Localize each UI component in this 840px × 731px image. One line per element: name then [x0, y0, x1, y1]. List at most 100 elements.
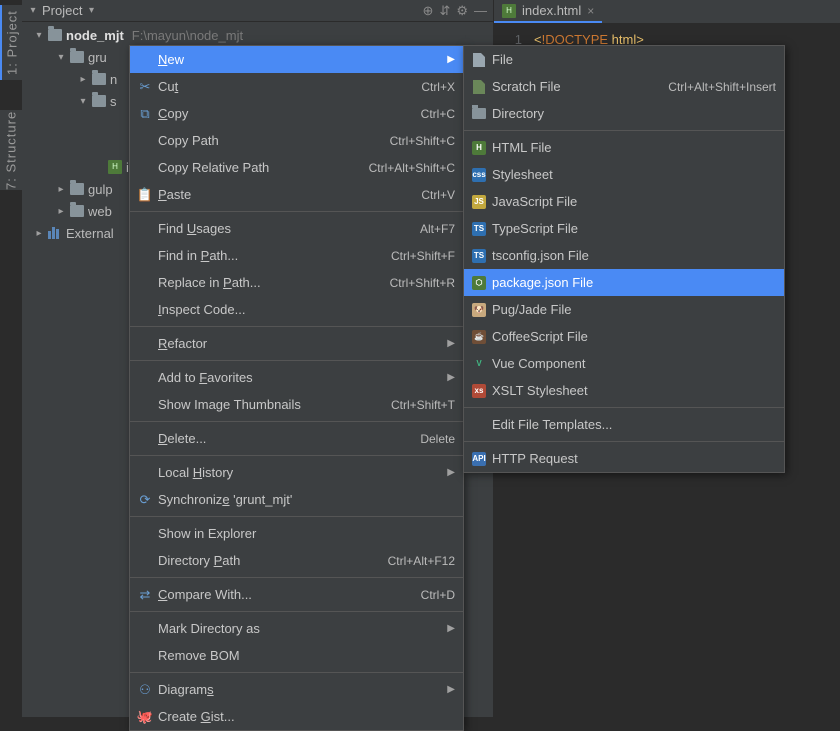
menu-item-label: Directory Path — [158, 553, 240, 568]
xslt-icon: xs — [472, 384, 486, 398]
chevron-down-icon[interactable]: ▾ — [86, 5, 96, 16]
menu-item-label: Scratch File — [492, 79, 561, 94]
vue-icon: V — [472, 357, 486, 371]
npm-icon: ⬡ — [472, 276, 486, 290]
target-icon[interactable]: ⊕ — [423, 3, 434, 19]
menu-item-label: Show Image Thumbnails — [158, 397, 301, 412]
menu-item-show-image-thumbnails[interactable]: Show Image ThumbnailsCtrl+Shift+T — [130, 391, 463, 418]
gear-icon[interactable]: ⚙ — [456, 3, 468, 19]
menu-item-remove-bom[interactable]: Remove BOM — [130, 642, 463, 669]
panel-title: Project — [42, 3, 82, 18]
hide-icon[interactable]: — — [474, 3, 487, 19]
file-icon — [473, 53, 485, 67]
menu-shortcut: Ctrl+Shift+F — [391, 249, 455, 263]
collapse-icon[interactable]: ⇵ — [439, 3, 450, 19]
chevron-right-icon: ▶ — [447, 623, 455, 634]
menu-item-find-usages[interactable]: Find UsagesAlt+F7 — [130, 215, 463, 242]
menu-item-new[interactable]: New▶ — [130, 46, 463, 73]
menu-item-label: Synchronize 'grunt_mjt' — [158, 492, 292, 507]
new-submenu: File Scratch File Ctrl+Alt+Shift+Insert Dir… — [463, 45, 785, 473]
menu-item-add-to-favorites[interactable]: Add to Favorites▶ — [130, 364, 463, 391]
chevron-right-icon: ▶ — [447, 338, 455, 349]
menu-item-show-in-explorer[interactable]: Show in Explorer — [130, 520, 463, 547]
menu-item-label: Show in Explorer — [158, 526, 256, 541]
cut-icon: ✂ — [140, 79, 151, 95]
menu-item-vue-component[interactable]: VVue Component — [464, 350, 784, 377]
menu-item-paste[interactable]: 📋PasteCtrl+V — [130, 181, 463, 208]
menu-item-coffeescript-file[interactable]: ☕CoffeeScript File — [464, 323, 784, 350]
tree-item-label: gru — [88, 50, 107, 65]
menu-item-typescript-file[interactable]: TSTypeScript File — [464, 215, 784, 242]
menu-item-javascript-file[interactable]: JSJavaScript File — [464, 188, 784, 215]
menu-separator — [130, 360, 463, 361]
menu-item-label: package.json File — [492, 275, 593, 290]
menu-item-find-in-path[interactable]: Find in Path...Ctrl+Shift+F — [130, 242, 463, 269]
menu-item-html-file[interactable]: HHTML File — [464, 134, 784, 161]
tree-root[interactable]: ▾ node_mjt F:\mayun\node_mjt — [22, 24, 493, 46]
menu-item-file[interactable]: File — [464, 46, 784, 73]
menu-item-diagrams[interactable]: ⚇Diagrams▶ — [130, 676, 463, 703]
menu-item-scratch-file[interactable]: Scratch File Ctrl+Alt+Shift+Insert — [464, 73, 784, 100]
menu-item-replace-in-path[interactable]: Replace in Path...Ctrl+Shift+R — [130, 269, 463, 296]
menu-separator — [130, 611, 463, 612]
menu-item-mark-directory-as[interactable]: Mark Directory as▶ — [130, 615, 463, 642]
menu-item-directory-path[interactable]: Directory PathCtrl+Alt+F12 — [130, 547, 463, 574]
menu-item-label: Pug/Jade File — [492, 302, 572, 317]
chevron-down-icon[interactable]: ▾ — [28, 5, 38, 16]
menu-item-label: JavaScript File — [492, 194, 577, 209]
menu-shortcut: Ctrl+V — [421, 188, 455, 202]
menu-item-label: tsconfig.json File — [492, 248, 589, 263]
menu-item-copy[interactable]: ⧉CopyCtrl+C — [130, 100, 463, 127]
api-icon: API — [472, 452, 486, 466]
menu-item-http-request[interactable]: APIHTTP Request — [464, 445, 784, 472]
menu-item-copy-path[interactable]: Copy PathCtrl+Shift+C — [130, 127, 463, 154]
editor-tab[interactable]: H index.html × — [494, 0, 602, 23]
scratch-icon — [473, 80, 485, 94]
menu-item-refactor[interactable]: Refactor▶ — [130, 330, 463, 357]
menu-item-stylesheet[interactable]: cssStylesheet — [464, 161, 784, 188]
menu-separator — [464, 130, 784, 131]
menu-item-label: Inspect Code... — [158, 302, 245, 317]
menu-item-delete[interactable]: Delete...Delete — [130, 425, 463, 452]
menu-item-cut[interactable]: ✂CutCtrl+X — [130, 73, 463, 100]
menu-item-label: XSLT Stylesheet — [492, 383, 588, 398]
menu-item-tsconfig-json-file[interactable]: TS tsconfig.json File — [464, 242, 784, 269]
tree-item-label: n — [110, 72, 117, 87]
menu-item-synchronize-grunt-mjt[interactable]: ⟳Synchronize 'grunt_mjt' — [130, 486, 463, 513]
menu-shortcut: Ctrl+C — [421, 107, 455, 121]
chevron-right-icon: ▶ — [447, 467, 455, 478]
tab-label: index.html — [522, 3, 581, 18]
menu-item-directory[interactable]: Directory — [464, 100, 784, 127]
menu-item-label: Remove BOM — [158, 648, 240, 663]
menu-item-label: Delete... — [158, 431, 206, 446]
menu-shortcut: Ctrl+D — [421, 588, 455, 602]
menu-separator — [130, 211, 463, 212]
menu-separator — [464, 441, 784, 442]
menu-item-compare-with[interactable]: ⇄Compare With...Ctrl+D — [130, 581, 463, 608]
menu-item-label: Diagrams — [158, 682, 214, 697]
menu-item-xslt-stylesheet[interactable]: xs XSLT Stylesheet — [464, 377, 784, 404]
menu-item-package-json-file[interactable]: ⬡ package.json File — [464, 269, 784, 296]
menu-separator — [130, 577, 463, 578]
menu-item-inspect-code[interactable]: Inspect Code... — [130, 296, 463, 323]
menu-item-edit-file-templates[interactable]: Edit File Templates... — [464, 411, 784, 438]
folder-icon — [70, 183, 84, 195]
menu-item-copy-relative-path[interactable]: Copy Relative PathCtrl+Alt+Shift+C — [130, 154, 463, 181]
menu-shortcut: Ctrl+Shift+C — [390, 134, 455, 148]
side-tab-structure[interactable]: 7: Structure — [0, 110, 22, 190]
paste-icon: 📋 — [137, 187, 153, 203]
close-icon[interactable]: × — [587, 4, 594, 18]
menu-item-label: Copy Relative Path — [158, 160, 269, 175]
html-file-icon: H — [502, 4, 516, 18]
project-panel-header: ▾ Project ▾ ⊕ ⇵ ⚙ — — [22, 0, 493, 22]
folder-icon — [70, 205, 84, 217]
html-file-icon: H — [108, 160, 122, 174]
menu-item-pug-jade-file[interactable]: 🐶Pug/Jade File — [464, 296, 784, 323]
menu-item-local-history[interactable]: Local History▶ — [130, 459, 463, 486]
tree-item-path: F:\mayun\node_mjt — [132, 28, 243, 43]
folder-icon — [92, 73, 106, 85]
css-icon: css — [472, 168, 486, 182]
side-tab-project[interactable]: 1: Project — [0, 5, 22, 80]
ts-icon: TS — [472, 249, 486, 263]
menu-shortcut: Ctrl+Alt+Shift+Insert — [668, 80, 776, 94]
